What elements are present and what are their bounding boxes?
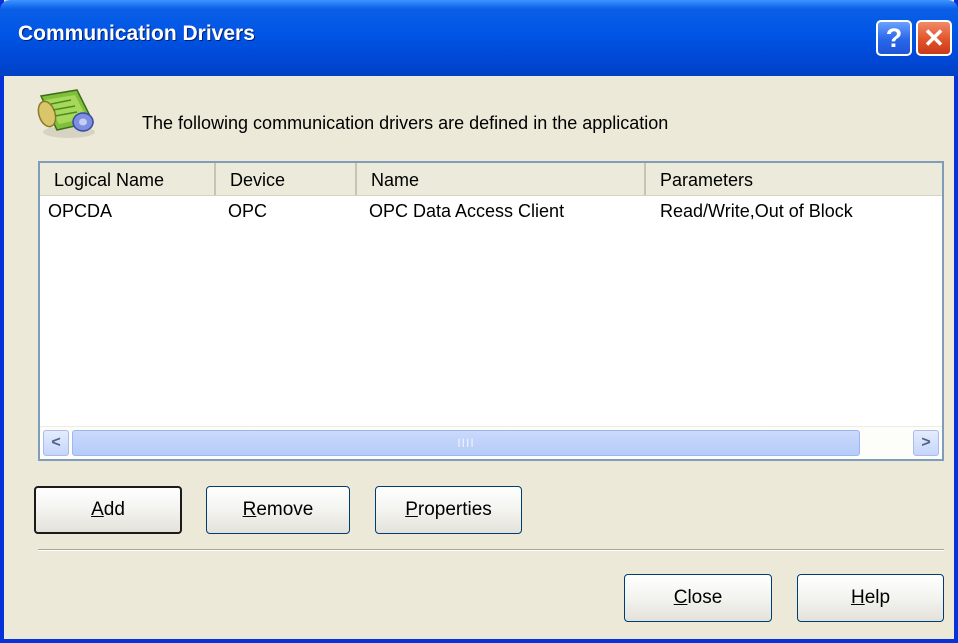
cell-parameters: Read/Write,Out of Block bbox=[660, 201, 853, 221]
horizontal-scrollbar[interactable]: < IIII > bbox=[40, 426, 942, 459]
window-title: Communication Drivers bbox=[18, 22, 255, 45]
column-header-parameters[interactable]: Parameters bbox=[646, 163, 942, 195]
close-button[interactable]: Close bbox=[624, 574, 772, 622]
drivers-list[interactable]: Logical Name Device Name Parameters OPCD… bbox=[38, 161, 944, 461]
cell-logical-name: OPCDA bbox=[48, 201, 113, 221]
scroll-thumb[interactable]: IIII bbox=[72, 430, 860, 456]
scroll-left-button[interactable]: < bbox=[43, 430, 69, 456]
chevron-left-icon: < bbox=[51, 434, 61, 451]
close-title-button[interactable]: ✕ bbox=[916, 20, 952, 56]
table-row[interactable]: OPCDA OPC OPC Data Access Client Read/Wr… bbox=[40, 199, 942, 227]
column-header-logical-name[interactable]: Logical Name bbox=[40, 163, 216, 195]
driver-scroll-icon bbox=[37, 89, 95, 138]
column-header-device[interactable]: Device bbox=[216, 163, 357, 195]
communication-drivers-dialog: Communication Drivers ? ✕ The following … bbox=[0, 0, 958, 643]
title-bar[interactable]: Communication Drivers ? ✕ bbox=[0, 0, 958, 76]
cell-name: OPC Data Access Client bbox=[369, 201, 565, 221]
description-text: The following communication drivers are … bbox=[142, 113, 669, 133]
column-header-name[interactable]: Name bbox=[357, 163, 646, 195]
close-icon: ✕ bbox=[923, 22, 945, 53]
help-button[interactable]: Help bbox=[797, 574, 944, 622]
chevron-right-icon: > bbox=[921, 434, 931, 451]
cell-device: OPC bbox=[228, 201, 268, 221]
grip-icon: IIII bbox=[457, 436, 475, 450]
remove-button[interactable]: Remove bbox=[206, 486, 350, 534]
help-title-button[interactable]: ? bbox=[876, 20, 912, 56]
properties-button[interactable]: Properties bbox=[375, 486, 522, 534]
scroll-right-button[interactable]: > bbox=[913, 430, 939, 456]
question-mark-icon: ? bbox=[885, 22, 903, 53]
separator bbox=[38, 549, 944, 551]
list-header: Logical Name Device Name Parameters bbox=[40, 163, 942, 196]
add-button[interactable]: Add bbox=[34, 486, 182, 534]
